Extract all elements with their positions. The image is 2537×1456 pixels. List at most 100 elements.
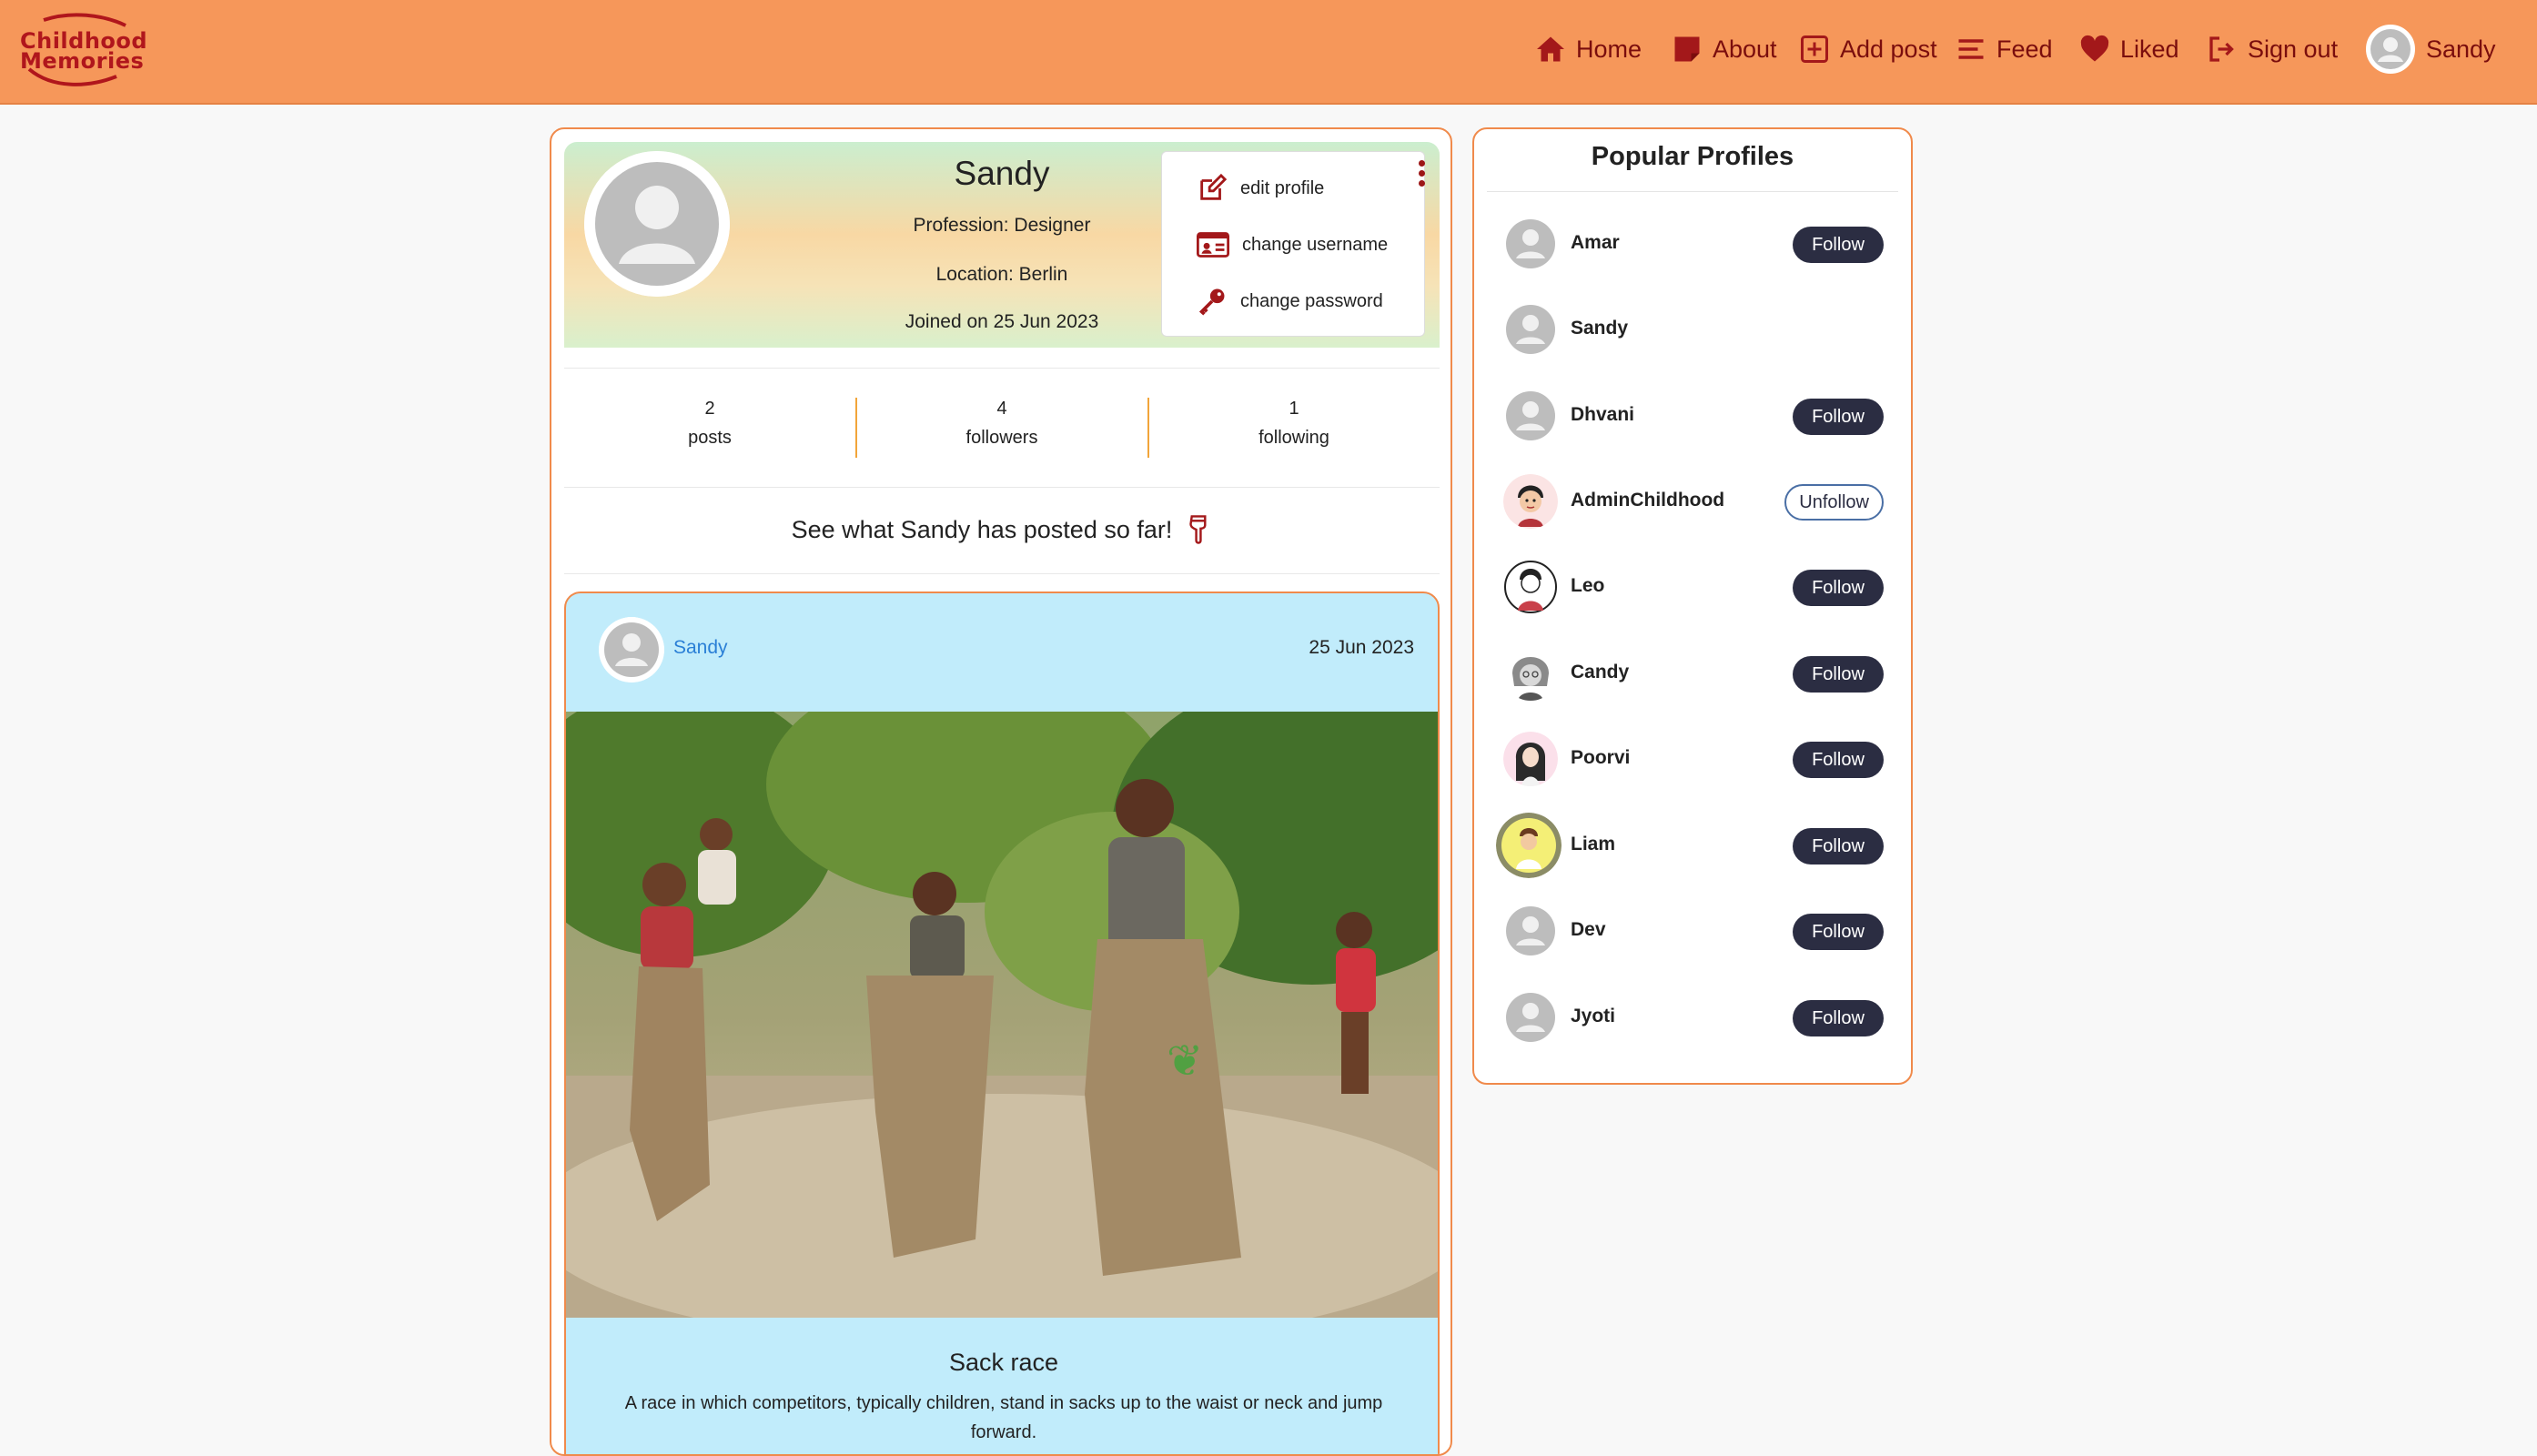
avatar[interactable] (1503, 474, 1558, 529)
unfollow-button[interactable]: Unfollow (1784, 484, 1884, 521)
more-options-icon[interactable] (1418, 160, 1427, 191)
stat-following-count: 1 (1289, 399, 1299, 419)
profile-header: Sandy Profession: Designer Location: Ber… (564, 142, 1440, 348)
nav-about-label: About (1713, 35, 1777, 63)
avatar[interactable] (1503, 990, 1558, 1045)
profile-name[interactable]: Amar (1571, 232, 1620, 254)
nav-liked-label: Liked (2120, 35, 2179, 63)
nav-home-label: Home (1576, 35, 1642, 63)
user-avatar (2366, 25, 2415, 74)
profile-name[interactable]: Liam (1571, 834, 1615, 855)
divider (1487, 191, 1898, 192)
menu-edit-profile-label: edit profile (1240, 177, 1325, 198)
follow-button[interactable]: Follow (1793, 227, 1884, 263)
avatar[interactable] (1503, 732, 1558, 786)
profile-stats: 2 posts 4 followers 1 following (564, 368, 1440, 488)
home-icon (1537, 36, 1564, 62)
avatar[interactable] (1503, 560, 1558, 614)
nav-user-label: Sandy (2426, 35, 2496, 63)
nav-about[interactable]: About (1671, 25, 1777, 73)
nav-sign-out-label: Sign out (2248, 35, 2339, 63)
avatar[interactable] (1503, 904, 1558, 958)
profile-options-menu: edit profile change username change pass… (1161, 151, 1425, 337)
follow-button[interactable]: Follow (1793, 828, 1884, 864)
stat-followers-count: 4 (996, 399, 1007, 419)
follow-button[interactable]: Follow (1793, 1000, 1884, 1036)
profile-row[interactable]: AdminChildhood Unfollow (1487, 465, 1898, 538)
follow-button[interactable]: Follow (1793, 914, 1884, 950)
heart-icon (2080, 35, 2109, 62)
navbar: Childhood Memories Home About Add post F… (0, 0, 2537, 105)
nav-liked[interactable]: Liked (2078, 25, 2179, 73)
id-card-icon (1197, 232, 1229, 258)
follow-button[interactable]: Follow (1793, 656, 1884, 693)
posts-heading-text: See what Sandy has posted so far! (791, 515, 1173, 543)
profile-name[interactable]: AdminChildhood (1571, 490, 1724, 511)
profile-name[interactable]: Candy (1571, 662, 1629, 683)
profile-row[interactable]: Leo Follow (1487, 551, 1898, 623)
post-image[interactable]: ❦ (566, 712, 1438, 1318)
profile-row[interactable]: Dhvani Follow (1487, 379, 1898, 452)
profile-row[interactable]: Amar Follow (1487, 207, 1898, 280)
popular-profiles-title: Popular Profiles (1591, 142, 1794, 171)
brand-logo[interactable]: Childhood Memories (16, 13, 147, 89)
nav-feed-label: Feed (1996, 35, 2053, 63)
profile-row[interactable]: Liam Follow (1487, 809, 1898, 882)
profile-name[interactable]: Leo (1571, 575, 1604, 597)
avatar[interactable] (1503, 217, 1558, 271)
stat-followers-label: followers (965, 428, 1038, 448)
follow-button[interactable]: Follow (1793, 399, 1884, 435)
post-title: Sack race (948, 1349, 1059, 1376)
key-icon (1198, 288, 1225, 316)
menu-change-username[interactable]: change username (1197, 227, 1388, 263)
nav-sign-out[interactable]: Sign out (2206, 25, 2338, 73)
nav-home[interactable]: Home (1534, 25, 1642, 73)
nav-add-post[interactable]: Add post (1798, 25, 1937, 73)
logo-line2: Memories (20, 48, 145, 74)
post-author-link[interactable]: Sandy (673, 637, 728, 659)
menu-edit-profile[interactable]: edit profile (1197, 170, 1324, 207)
profile-name[interactable]: Dev (1571, 919, 1606, 941)
profile-row[interactable]: Candy Follow (1487, 637, 1898, 710)
plus-square-icon (1801, 35, 1828, 63)
profile-name[interactable]: Dhvani (1571, 404, 1634, 426)
sign-out-icon (2209, 36, 2234, 62)
nav-user-profile[interactable]: Sandy (2366, 25, 2496, 74)
profile-row[interactable]: Poorvi Follow (1487, 723, 1898, 795)
profile-row[interactable]: Dev Follow (1487, 895, 1898, 967)
stat-following[interactable]: 1 following (1148, 394, 1440, 452)
svg-text:❦: ❦ (1167, 1036, 1203, 1087)
pointing-down-icon (1189, 515, 1207, 544)
post-card: Sandy 25 Jun 2023 ❦ Sack race A race in … (564, 592, 1440, 1454)
avatar[interactable] (1496, 813, 1562, 878)
note-icon (1674, 36, 1700, 62)
menu-change-password-label: change password (1240, 290, 1383, 311)
profile-name[interactable]: Poorvi (1571, 747, 1630, 769)
profile-column: Sandy Profession: Designer Location: Ber… (550, 127, 1452, 1456)
stat-posts-count: 2 (704, 399, 715, 419)
post-description: A race in which competitors, typically c… (624, 1393, 1383, 1442)
posts-heading: See what Sandy has posted so far! (564, 486, 1440, 574)
follow-button[interactable]: Follow (1793, 570, 1884, 606)
avatar[interactable] (1503, 646, 1558, 701)
nav-add-post-label: Add post (1840, 35, 1937, 63)
profile-row[interactable]: Sandy (1487, 293, 1898, 366)
avatar[interactable] (1503, 389, 1558, 443)
stat-followers[interactable]: 4 followers (856, 394, 1147, 452)
stat-posts[interactable]: 2 posts (564, 394, 855, 452)
post-date: 25 Jun 2023 (1309, 637, 1414, 658)
edit-icon (1200, 173, 1228, 200)
nav-feed[interactable]: Feed (1955, 25, 2053, 73)
menu-lines-icon (1958, 39, 1984, 59)
stat-following-label: following (1258, 428, 1329, 448)
profile-row[interactable]: Jyoti Follow (1487, 981, 1898, 1054)
avatar[interactable] (1503, 302, 1558, 357)
post-author-avatar[interactable] (599, 617, 664, 682)
popular-profiles-panel: Popular Profiles Amar Follow Sandy Dhvan… (1472, 127, 1913, 1085)
profile-name[interactable]: Sandy (1571, 318, 1628, 339)
profile-name[interactable]: Jyoti (1571, 1006, 1615, 1027)
stat-posts-label: posts (688, 428, 732, 448)
menu-change-username-label: change username (1242, 234, 1389, 255)
menu-change-password[interactable]: change password (1197, 283, 1383, 319)
follow-button[interactable]: Follow (1793, 742, 1884, 778)
